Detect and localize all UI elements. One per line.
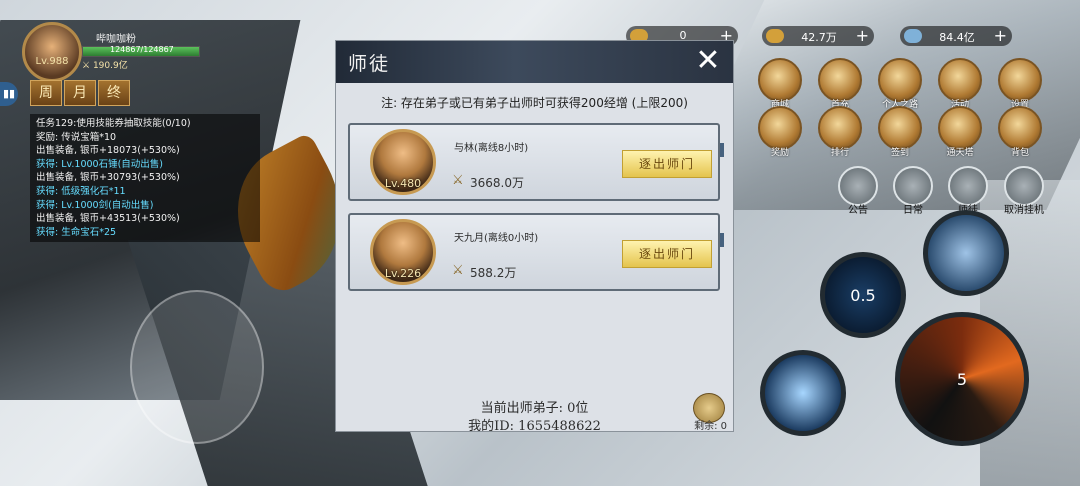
shop-icon[interactable]: 商城 bbox=[758, 58, 802, 110]
reward-icon[interactable]: 奖励 bbox=[758, 106, 802, 158]
skill-button-fire[interactable]: 5 bbox=[895, 312, 1029, 446]
graduated-count: 当前出师弟子: 0位 bbox=[480, 401, 589, 416]
task-log-line: 获得: Lv.1000石锤(自动出售) bbox=[36, 158, 164, 170]
currency-silver: 84.4亿 + bbox=[900, 26, 1012, 46]
bag-icon[interactable]: 背包 bbox=[998, 106, 1042, 158]
skill-button-vortex[interactable]: 0.5 bbox=[820, 252, 906, 338]
tab-monthly[interactable]: 月 bbox=[64, 80, 96, 106]
close-icon[interactable]: ✕ bbox=[693, 46, 723, 76]
combat-power-value: 190.9亿 bbox=[92, 61, 128, 71]
card-pin bbox=[720, 143, 724, 157]
add-currency-button[interactable]: + bbox=[856, 26, 869, 46]
skill-button-ice[interactable] bbox=[923, 210, 1009, 296]
task-log-line: 出售装备, 银币+43513(+530%) bbox=[36, 213, 180, 225]
task-log-line: 获得: 低级强化石*11 bbox=[36, 185, 126, 197]
gold-icon bbox=[766, 29, 784, 43]
skill-cooldown: 5 bbox=[956, 369, 968, 389]
player-avatar[interactable] bbox=[22, 22, 82, 82]
card-pin bbox=[720, 233, 724, 247]
apprentice-level: Lv.480 bbox=[384, 177, 422, 190]
virtual-joystick[interactable] bbox=[130, 290, 264, 444]
combat-power: ⚔ 190.9亿 bbox=[82, 61, 128, 71]
skill-cooldown: 0.5 bbox=[850, 285, 876, 305]
event-icon[interactable]: 活动 bbox=[938, 58, 982, 110]
apprentice-power: 3668.0万 bbox=[470, 176, 524, 190]
apprentice-level: Lv.226 bbox=[384, 267, 422, 280]
mentor-dialog: 师徒 ✕ 注: 存在弟子或已有弟子出师时可获得200经增 (上限200) Lv.… bbox=[335, 40, 734, 434]
expel-button[interactable]: 逐出师门 bbox=[622, 240, 712, 268]
task-log-line: 任务129:使用技能券抽取技能(0/10) bbox=[36, 118, 191, 129]
add-currency-button[interactable]: + bbox=[994, 26, 1007, 46]
currency-gold: 42.7万 + bbox=[762, 26, 874, 46]
dialog-title: 师徒 bbox=[348, 53, 391, 75]
currency-value: 84.4亿 bbox=[939, 31, 975, 44]
tab-weekly[interactable]: 周 bbox=[30, 80, 62, 106]
crossed-swords-icon: ⚔ bbox=[452, 263, 464, 278]
cancel-auto-icon[interactable]: 取消挂机 bbox=[1004, 166, 1044, 216]
apprentice-name: 天九月(离线0小时) bbox=[454, 233, 539, 244]
hp-text: 124867/124867 bbox=[110, 45, 174, 54]
expel-button[interactable]: 逐出师门 bbox=[622, 150, 712, 178]
my-id: 我的ID: 1655488622 bbox=[468, 419, 601, 434]
remaining-count: 剩余: 0 bbox=[694, 421, 727, 432]
task-log-line: 奖励: 传说宝箱*10 bbox=[36, 131, 117, 143]
apprentice-name: 与林(离线8小时) bbox=[454, 143, 529, 154]
tab-lifetime[interactable]: 终 bbox=[98, 80, 130, 106]
checkin-icon[interactable]: 签到 bbox=[878, 106, 922, 158]
apprentice-card: Lv.480 与林(离线8小时) ⚔ 3668.0万 逐出师门 bbox=[348, 123, 724, 201]
apprentice-power: 588.2万 bbox=[470, 266, 517, 280]
task-log-line: 出售装备, 银币+18073(+530%) bbox=[36, 145, 180, 157]
settings-gear-icon[interactable]: 设置 bbox=[998, 58, 1042, 110]
announcement-icon[interactable]: 公告 bbox=[838, 166, 878, 216]
task-log-line: 获得: Lv.1000剑(自动出售) bbox=[36, 199, 154, 211]
currency-value: 42.7万 bbox=[801, 31, 837, 44]
tower-icon[interactable]: 通天塔 bbox=[938, 106, 982, 158]
crossed-swords-icon: ⚔ bbox=[452, 173, 464, 188]
task-log[interactable]: 任务129:使用技能券抽取技能(0/10) 奖励: 传说宝箱*10 出售装备, … bbox=[30, 114, 260, 243]
player-level: Lv.988 bbox=[35, 56, 69, 67]
task-log-line: 出售装备, 银币+30793(+530%) bbox=[36, 172, 180, 184]
task-log-line: 获得: 生命宝石*25 bbox=[36, 226, 117, 238]
first-recharge-icon[interactable]: 首充 bbox=[818, 58, 862, 110]
ranking-icon[interactable]: 排行 bbox=[818, 106, 862, 158]
player-name: 哔咖咖粉 bbox=[96, 34, 136, 45]
dialog-note: 注: 存在弟子或已有弟子出师时可获得200经增 (上限200) bbox=[381, 96, 688, 110]
skill-button-lightning[interactable] bbox=[760, 350, 846, 436]
apprentice-card: Lv.226 天九月(离线0小时) ⚔ 588.2万 逐出师门 bbox=[348, 213, 724, 291]
jade-icon bbox=[904, 29, 922, 43]
dialog-header: 师徒 ✕ bbox=[336, 41, 733, 83]
personal-path-icon[interactable]: 个人之路 bbox=[878, 58, 922, 110]
daily-icon[interactable]: 日常 bbox=[893, 166, 933, 216]
mentor-icon[interactable]: 师徒 bbox=[948, 166, 988, 216]
